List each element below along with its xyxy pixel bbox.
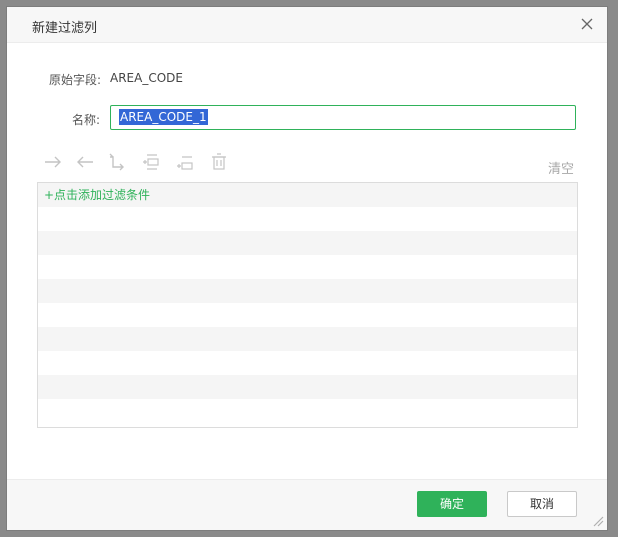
delete-icon[interactable] (209, 152, 229, 172)
name-label: 名称: (72, 113, 101, 127)
dialog-footer: 确定 取消 (7, 479, 607, 530)
filter-conditions-list: +点击添加过滤条件 (37, 182, 578, 428)
resize-grip-icon[interactable] (592, 515, 604, 527)
indent-arrow-icon[interactable] (107, 152, 127, 172)
original-field-label: 原始字段: (49, 73, 102, 87)
new-filter-column-dialog: 新建过滤列 原始字段: AREA_CODE 名称: AREA_CODE_1 清空… (7, 7, 607, 530)
arrow-left-icon[interactable] (75, 152, 95, 172)
list-item (38, 255, 577, 279)
list-item (38, 327, 577, 351)
list-item (38, 303, 577, 327)
list-item (38, 375, 577, 399)
dialog-title: 新建过滤列 (32, 21, 98, 36)
original-field-value: AREA_CODE (110, 71, 183, 85)
name-input-value: AREA_CODE_1 (119, 109, 208, 125)
list-item (38, 207, 577, 231)
add-condition-after-icon[interactable] (175, 152, 195, 172)
list-item (38, 399, 577, 423)
list-item: +点击添加过滤条件 (38, 183, 577, 207)
clear-button[interactable]: 清空 (548, 158, 574, 177)
cancel-button[interactable]: 取消 (507, 491, 577, 517)
ok-button[interactable]: 确定 (417, 491, 487, 517)
list-item (38, 279, 577, 303)
list-item (38, 351, 577, 375)
add-condition-before-icon[interactable] (141, 152, 161, 172)
add-filter-condition-link[interactable]: +点击添加过滤条件 (38, 183, 577, 207)
dialog-titlebar[interactable]: 新建过滤列 (7, 7, 607, 43)
arrow-right-icon[interactable] (43, 152, 63, 172)
name-input[interactable]: AREA_CODE_1 (110, 105, 576, 130)
close-icon[interactable] (579, 16, 595, 32)
list-item (38, 231, 577, 255)
